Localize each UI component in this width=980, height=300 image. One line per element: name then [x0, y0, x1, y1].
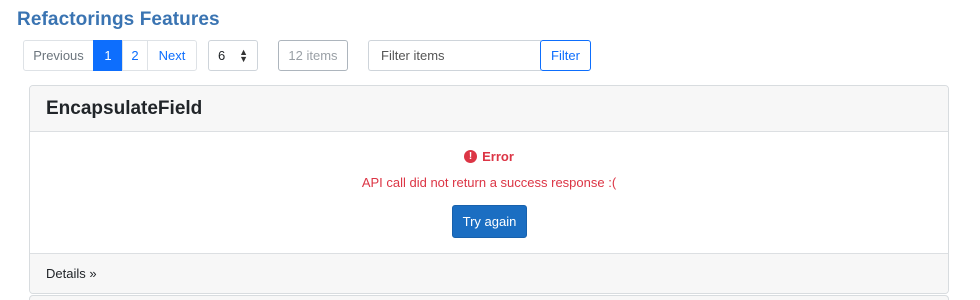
card-body: ! Error API call did not return a succes…	[30, 132, 948, 253]
error-title-text: Error	[482, 149, 514, 164]
page-title: Refactorings Features	[17, 9, 220, 30]
pagination-previous[interactable]: Previous	[23, 40, 94, 71]
items-count: 12 items	[278, 40, 348, 71]
try-again-button[interactable]: Try again	[452, 205, 527, 238]
toolbar: Previous 1 2 Next 6 ▲ ▼ 12 items Filter	[23, 40, 591, 71]
pagination-page-1[interactable]: 1	[93, 40, 123, 71]
page-size-value: 6	[218, 48, 226, 63]
pagination-page-2[interactable]: 2	[122, 40, 148, 71]
pagination-next[interactable]: Next	[147, 40, 197, 71]
filter-button[interactable]: Filter	[540, 40, 591, 71]
card-title: EncapsulateField	[30, 86, 948, 132]
filter-input[interactable]	[368, 40, 541, 71]
error-title: ! Error	[30, 149, 948, 164]
next-feature-card	[29, 295, 949, 300]
pagination: Previous 1 2 Next	[23, 40, 197, 71]
feature-card: EncapsulateField ! Error API call did no…	[29, 85, 949, 294]
error-message: API call did not return a success respon…	[361, 175, 617, 190]
page-size-select[interactable]: 6 ▲ ▼	[208, 40, 258, 71]
exclamation-circle-icon: !	[464, 150, 478, 163]
page: Refactorings Features Previous 1 2 Next …	[0, 0, 980, 300]
up-down-caret-icon: ▲ ▼	[239, 47, 248, 64]
details-link[interactable]: Details »	[30, 253, 948, 293]
